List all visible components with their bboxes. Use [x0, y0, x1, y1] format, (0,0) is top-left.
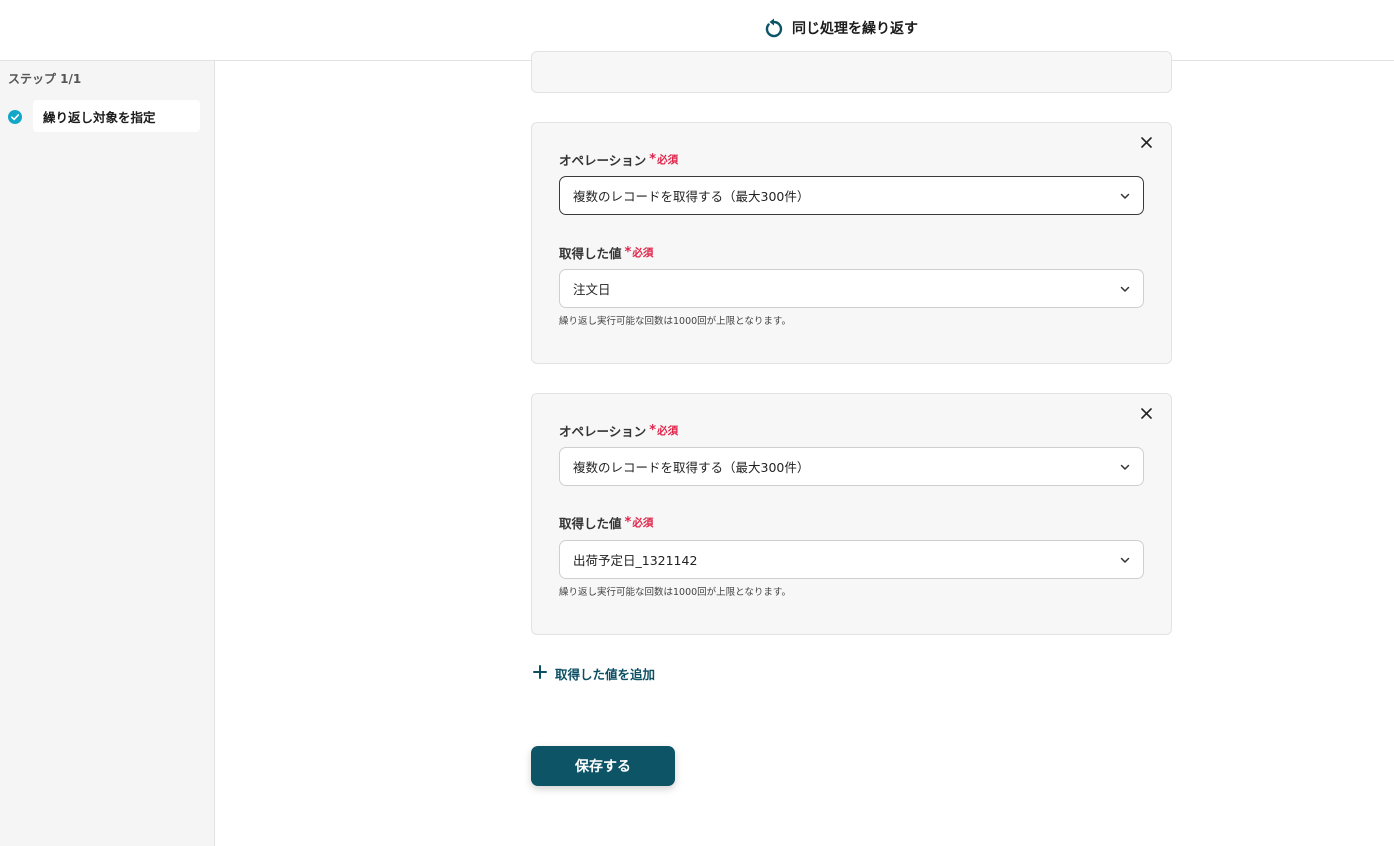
asterisk-icon: *	[649, 152, 657, 167]
step-sidebar: ステップ 1/1 繰り返し対象を指定	[0, 61, 215, 846]
repeat-icon	[764, 18, 784, 38]
close-icon[interactable]	[1139, 135, 1153, 149]
operation-select[interactable]: 複数のレコードを取得する（最大300件）	[559, 447, 1144, 486]
add-value-label: 取得した値を追加	[555, 667, 656, 682]
close-icon[interactable]	[1139, 406, 1153, 420]
value-select-value: 出荷予定日_1321142	[573, 553, 698, 568]
limit-hint: 繰り返し実行可能な回数は1000回が上限となります。	[559, 587, 791, 598]
previous-card	[531, 51, 1172, 93]
plus-icon	[533, 665, 547, 682]
repeat-card: オペレーション * 必須 複数のレコードを取得する（最大300件） 取得した値 …	[531, 122, 1172, 364]
value-label-text: 取得した値	[559, 246, 622, 261]
save-button[interactable]: 保存する	[531, 746, 675, 786]
asterisk-icon: *	[624, 245, 632, 260]
repeat-card: オペレーション * 必須 複数のレコードを取得する（最大300件） 取得した値 …	[531, 393, 1172, 635]
required-text: 必須	[657, 154, 679, 166]
required-text: 必須	[632, 517, 654, 529]
step-count: ステップ 1/1	[8, 72, 82, 86]
chevron-down-icon	[1119, 461, 1131, 473]
value-select-value: 注文日	[573, 282, 611, 297]
chevron-down-icon	[1119, 554, 1131, 566]
value-select[interactable]: 出荷予定日_1321142	[559, 540, 1144, 579]
chevron-down-icon	[1119, 283, 1131, 295]
main-content: オペレーション * 必須 複数のレコードを取得する（最大300件） 取得した値 …	[216, 51, 1394, 846]
value-select[interactable]: 注文日	[559, 269, 1144, 308]
operation-select-value: 複数のレコードを取得する（最大300件）	[573, 460, 810, 475]
operation-select-value: 複数のレコードを取得する（最大300件）	[573, 189, 810, 204]
operation-label-text: オペレーション	[559, 153, 647, 168]
asterisk-icon: *	[649, 423, 657, 438]
sidebar-item-label: 繰り返し対象を指定	[43, 109, 156, 125]
add-value-button[interactable]: 取得した値を追加	[533, 664, 655, 683]
required-badge: * 必須	[625, 245, 654, 260]
value-label: 取得した値 * 必須	[559, 243, 653, 262]
required-text: 必須	[657, 425, 679, 437]
operation-select[interactable]: 複数のレコードを取得する（最大300件）	[559, 176, 1144, 215]
required-text: 必須	[632, 247, 654, 259]
header-title: 同じ処理を繰り返す	[764, 17, 918, 39]
value-label-text: 取得した値	[559, 516, 622, 531]
operation-label: オペレーション * 必須	[559, 150, 678, 169]
operation-label-text: オペレーション	[559, 424, 647, 439]
check-circle-icon	[8, 109, 22, 124]
required-badge: * 必須	[649, 152, 678, 167]
sidebar-item-repeat-target[interactable]: 繰り返し対象を指定	[33, 100, 200, 132]
chevron-down-icon	[1119, 190, 1131, 202]
limit-hint: 繰り返し実行可能な回数は1000回が上限となります。	[559, 316, 791, 327]
asterisk-icon: *	[624, 515, 632, 530]
required-badge: * 必須	[649, 423, 678, 438]
operation-label: オペレーション * 必須	[559, 421, 678, 440]
value-label: 取得した値 * 必須	[559, 513, 653, 532]
required-badge: * 必須	[625, 515, 654, 530]
page-title: 同じ処理を繰り返す	[792, 21, 918, 37]
